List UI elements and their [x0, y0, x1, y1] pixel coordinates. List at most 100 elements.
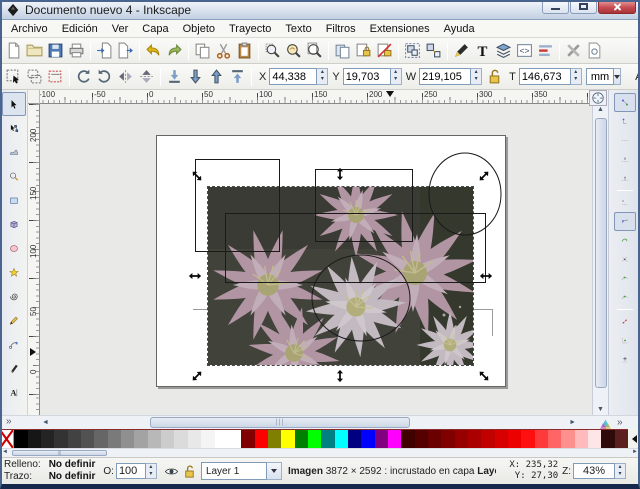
fill-stroke-indicator[interactable]: Relleno: No definir Trazo: No definir	[4, 459, 95, 483]
menu-edicion[interactable]: Edición	[55, 21, 105, 37]
palette-swatch[interactable]	[134, 430, 148, 448]
palette-swatch[interactable]	[214, 430, 228, 448]
palette-swatch[interactable]	[241, 430, 255, 448]
opacity-input[interactable]: 100	[115, 463, 146, 479]
palette-scrollbar[interactable]: ◄ ||| ►	[0, 448, 640, 457]
selection-handle-left[interactable]	[188, 269, 202, 283]
x-input[interactable]: 44,338	[269, 68, 318, 85]
s-line-button[interactable]	[614, 312, 636, 331]
unit-select[interactable]: mm	[585, 68, 615, 85]
s-edge-button[interactable]	[614, 131, 636, 150]
docprops-button[interactable]	[584, 40, 605, 62]
menu-texto[interactable]: Texto	[278, 21, 318, 37]
s-bbox-button[interactable]	[614, 112, 636, 131]
t-star-button[interactable]	[2, 260, 26, 284]
palette-swatch[interactable]	[201, 430, 215, 448]
s-mid-button[interactable]	[614, 169, 636, 188]
raise-button[interactable]	[206, 66, 227, 88]
menu-ver[interactable]: Ver	[105, 21, 136, 37]
t-select-button[interactable]	[1, 92, 26, 116]
palette-swatch[interactable]	[281, 430, 295, 448]
rectangle-shape-1[interactable]	[195, 159, 280, 252]
palette-swatch[interactable]	[187, 430, 202, 448]
palette-swatch[interactable]	[387, 430, 402, 448]
horizontal-scrollbar-thumb[interactable]: |||	[150, 417, 410, 428]
y-spinner[interactable]: ▴ ▾	[390, 68, 402, 85]
palette-swatch[interactable]	[0, 430, 15, 448]
close-button[interactable]	[598, 0, 636, 14]
t-bezier-button[interactable]	[2, 332, 26, 356]
palette-swatch[interactable]	[107, 430, 122, 448]
menu-ayuda[interactable]: Ayuda	[437, 21, 482, 37]
paste-button[interactable]	[234, 40, 255, 62]
ellipse-shape-2[interactable]	[311, 254, 411, 342]
menu-archivo[interactable]: Archivo	[4, 21, 55, 37]
flip-v-button[interactable]	[136, 66, 157, 88]
menu-filtros[interactable]: Filtros	[319, 21, 363, 37]
menu-objeto[interactable]: Objeto	[176, 21, 222, 37]
layer-selector[interactable]: Layer 1	[200, 462, 282, 480]
t-text-button[interactable]	[2, 380, 26, 404]
current-layer-name[interactable]: Layer 1	[200, 462, 267, 480]
x-spinner[interactable]: ▴ ▾	[317, 68, 329, 85]
rot-cw-button[interactable]	[94, 66, 115, 88]
t-callig-button[interactable]	[2, 356, 26, 380]
palette-swatch[interactable]	[494, 430, 509, 448]
print-button[interactable]	[66, 40, 87, 62]
copy-button[interactable]	[192, 40, 213, 62]
palette-swatch[interactable]	[548, 430, 562, 448]
title-bar[interactable]: Documento nuevo 4 - Inkscape	[0, 0, 640, 20]
canvas[interactable]	[40, 104, 592, 415]
zoom-page-button[interactable]	[304, 40, 325, 62]
text-button[interactable]	[472, 40, 493, 62]
import-button[interactable]	[94, 40, 115, 62]
s-plus-button[interactable]	[614, 350, 636, 369]
palette-swatch[interactable]	[361, 430, 375, 448]
palette-scrollbar-thumb[interactable]: |||	[12, 450, 107, 456]
toolbox-overflow-chevron[interactable]: »	[6, 416, 12, 427]
prefs-button[interactable]	[563, 40, 584, 62]
t-zoom-button[interactable]	[2, 164, 26, 188]
rectangle-shape-3[interactable]	[225, 213, 486, 283]
lock-ratio-button[interactable]	[484, 66, 505, 88]
scroll-left-icon[interactable]: ◄	[42, 419, 49, 426]
palette-swatch[interactable]	[347, 430, 362, 448]
sel-layers-button[interactable]	[24, 66, 45, 88]
palette-swatch[interactable]	[614, 430, 629, 448]
raise-top-button[interactable]	[227, 66, 248, 88]
s-corner-button[interactable]	[614, 150, 636, 169]
duplicate-button[interactable]	[332, 40, 353, 62]
t-rect-button[interactable]	[2, 188, 26, 212]
s-center-button[interactable]	[614, 331, 636, 350]
s-node-button[interactable]	[614, 193, 636, 212]
palette-swatch[interactable]	[254, 430, 268, 448]
ruler-corner-dial-button[interactable]	[589, 90, 607, 106]
layer-dropdown-button[interactable]	[266, 462, 282, 480]
zoom-spinner[interactable]: ▴ ▾	[615, 463, 627, 479]
t-tweak-button[interactable]	[2, 140, 26, 164]
menu-trayecto[interactable]: Trayecto	[222, 21, 278, 37]
s-curve-button[interactable]	[614, 231, 636, 250]
palette-swatch[interactable]	[334, 430, 348, 448]
palette-swatch[interactable]	[81, 430, 95, 448]
palette-swatch[interactable]	[521, 430, 535, 448]
t-pencil-button[interactable]	[2, 308, 26, 332]
s-path-button[interactable]	[613, 212, 636, 231]
scroll-up-icon[interactable]: ▲	[597, 106, 604, 113]
maximize-button[interactable]	[570, 0, 597, 14]
sel-all-button[interactable]	[3, 66, 24, 88]
y-input[interactable]: 19,703	[342, 68, 391, 85]
palette-swatch[interactable]	[267, 430, 282, 448]
lower-button[interactable]	[185, 66, 206, 88]
clone-button[interactable]	[353, 40, 374, 62]
palette-swatch[interactable]	[588, 430, 602, 448]
s-smooth-button[interactable]	[614, 288, 636, 307]
palette-swatch[interactable]	[321, 430, 335, 448]
palette-swatch[interactable]	[481, 430, 495, 448]
selection-handle-bottom[interactable]	[333, 369, 347, 383]
palette-swatch[interactable]	[174, 430, 188, 448]
palette-swatch[interactable]	[41, 430, 55, 448]
s-main-button[interactable]	[613, 93, 636, 112]
zoom-input[interactable]: 43%	[573, 463, 616, 479]
align-button[interactable]	[535, 40, 556, 62]
